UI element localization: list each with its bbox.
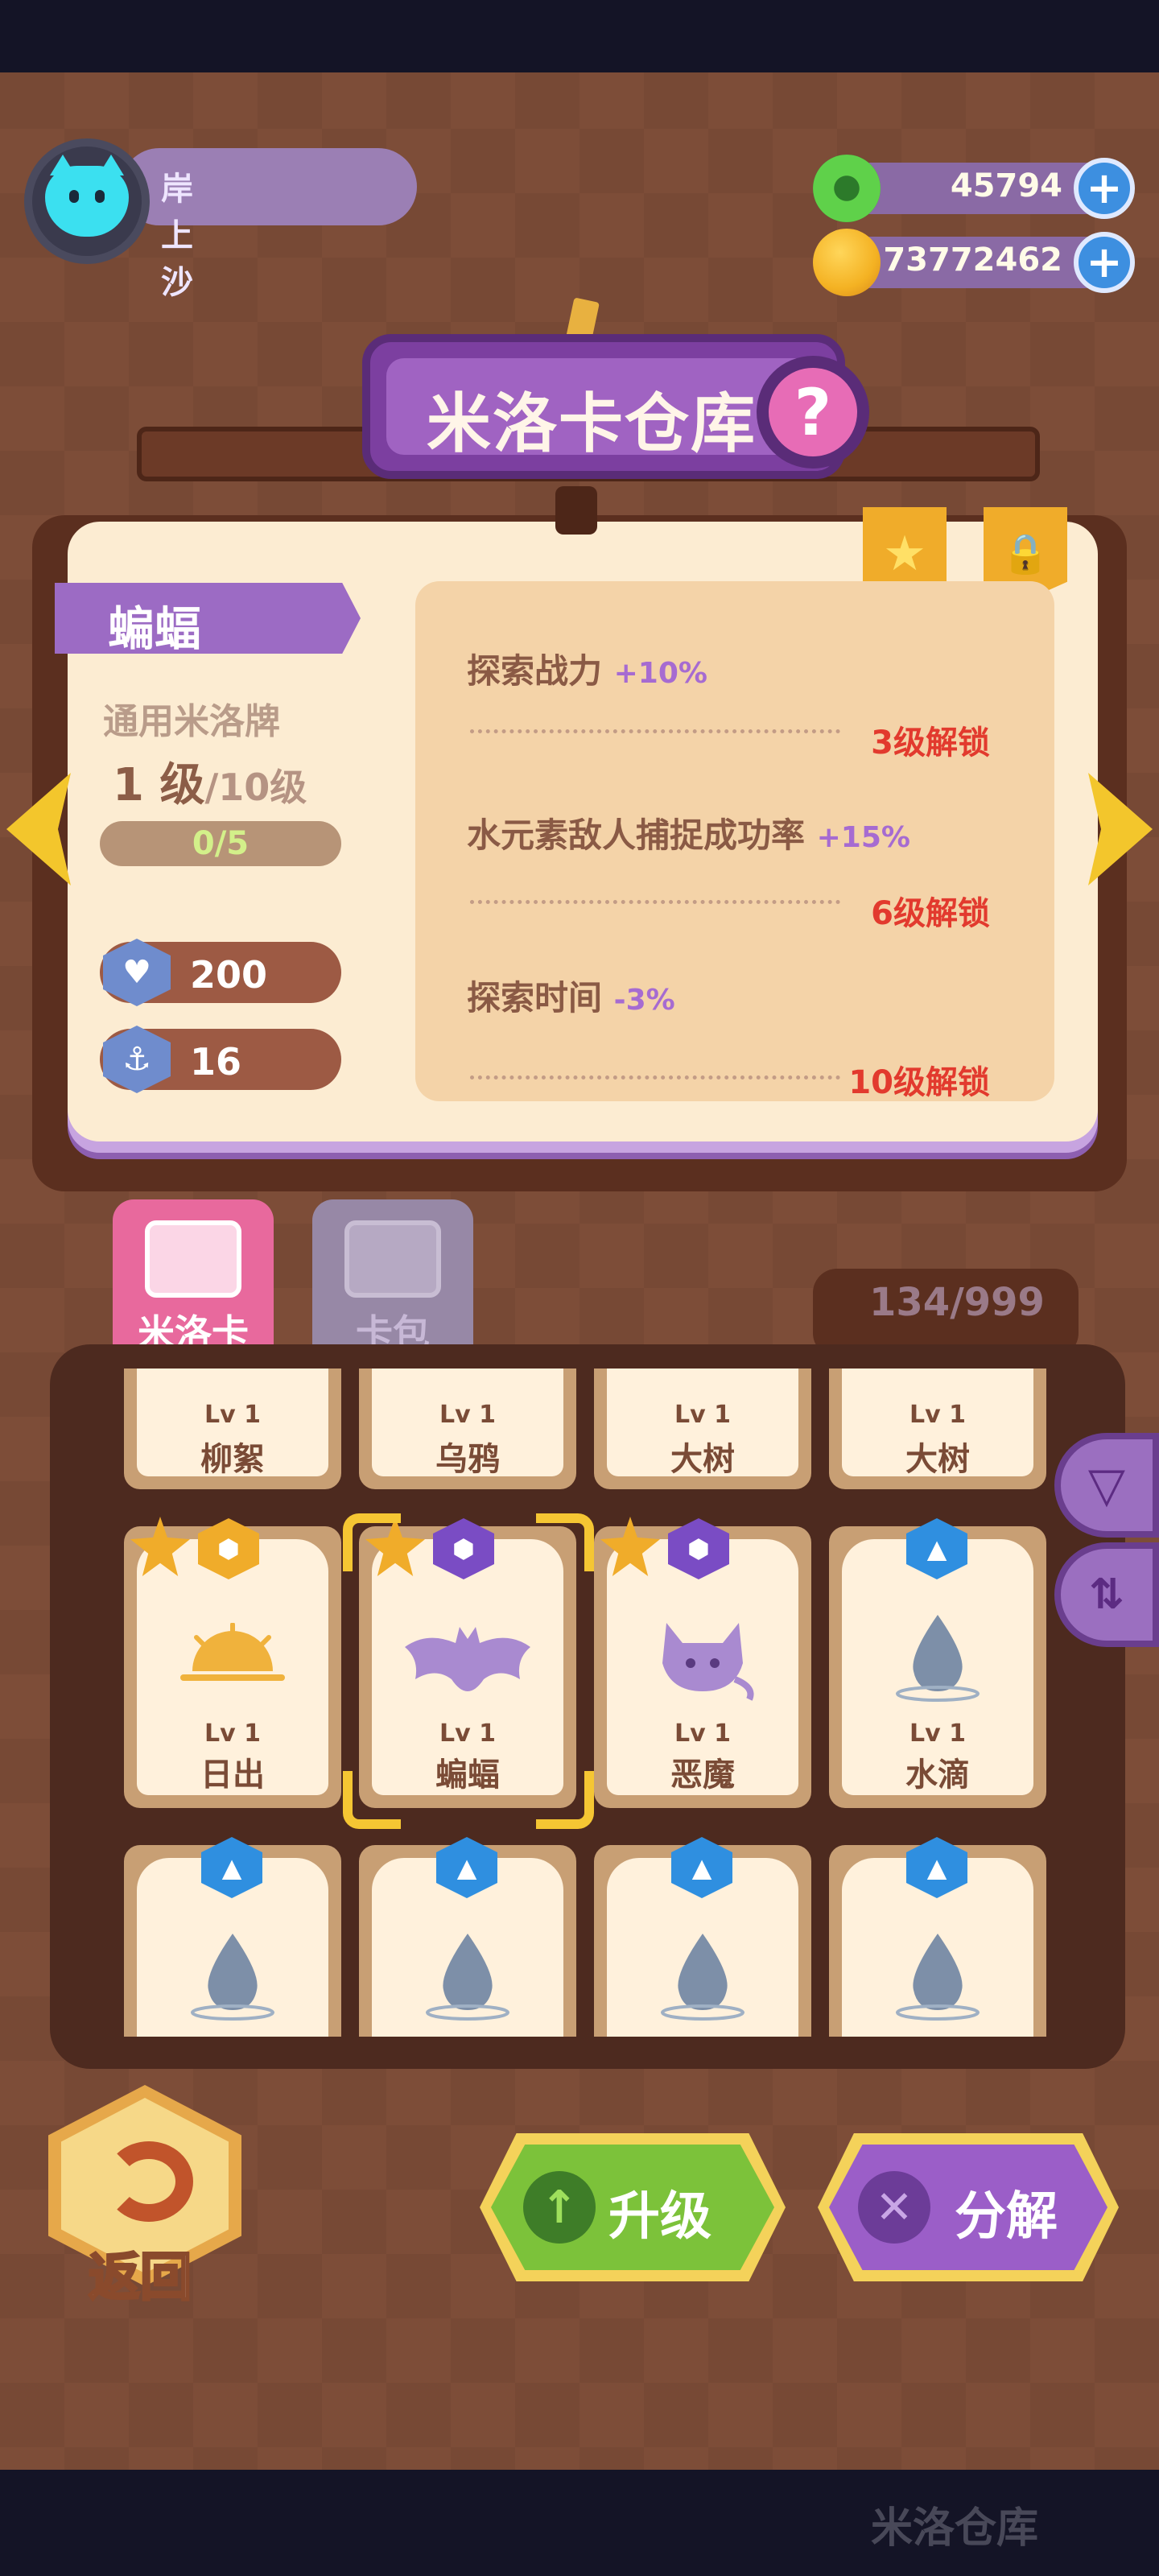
- cross-icon: ✕: [858, 2171, 930, 2244]
- divider: [470, 729, 840, 733]
- help-button[interactable]: ?: [757, 356, 869, 469]
- add-coin-button[interactable]: +: [1074, 232, 1135, 293]
- filter-icon: ▽: [1087, 1457, 1126, 1513]
- water-drop-icon: [184, 1926, 281, 2022]
- back-label: 返回: [88, 2248, 193, 2310]
- gem-amount: 45794: [950, 167, 1062, 204]
- card-item[interactable]: Lv 1 柳絮: [124, 1368, 341, 1489]
- unlock-text: 10级解锁: [848, 1064, 990, 1101]
- bat-icon: [403, 1623, 532, 1695]
- card-item[interactable]: ▲ Lv 1 水滴: [829, 1518, 1046, 1808]
- add-gem-button[interactable]: +: [1074, 158, 1135, 219]
- card-item[interactable]: ▲: [359, 1837, 576, 2037]
- stat-defense: ⚓ 16: [100, 1026, 341, 1093]
- green-gem-icon: [813, 155, 881, 222]
- exp-text: 0/5: [192, 825, 250, 862]
- devil-icon: [646, 1607, 759, 1703]
- status-bar: [0, 0, 1159, 72]
- water-drop-icon: [419, 1926, 516, 2022]
- upgrade-label: 升级: [608, 2187, 711, 2247]
- coin-amount: 73772462: [883, 242, 1062, 279]
- card-item[interactable]: ▲: [829, 1837, 1046, 2037]
- avatar-eye: [69, 190, 79, 203]
- background-label: 米洛仓库: [870, 2504, 1038, 2553]
- currency-coin: 73772462 +: [813, 229, 1135, 296]
- heart-shield-icon: ♥: [103, 939, 171, 1006]
- tab-card-pack[interactable]: 卡包: [312, 1199, 473, 1368]
- divider: [470, 900, 840, 904]
- avatar[interactable]: [24, 138, 150, 264]
- card-grid[interactable]: Lv 1 柳絮 Lv 1 乌鸦 Lv 1 大树 Lv 1 大树 ⬢ Lv 1 日…: [121, 1368, 1054, 2037]
- sunrise-icon: [172, 1622, 293, 1687]
- unlock-text: 6级解锁: [871, 895, 990, 932]
- divider: [470, 1075, 840, 1080]
- stat-hp-value: 200: [190, 953, 268, 997]
- tab-milo-card[interactable]: 米洛卡: [113, 1199, 274, 1368]
- navigation-bar: 米洛仓库: [0, 2470, 1159, 2576]
- selection-corner: [536, 1771, 594, 1829]
- back-arrow-icon: [105, 2141, 193, 2222]
- filter-button[interactable]: ▽: [1054, 1433, 1159, 1538]
- card-item[interactable]: Lv 1 乌鸦: [359, 1368, 576, 1489]
- card-item[interactable]: ▲: [594, 1837, 811, 2037]
- currency-gem: 45794 +: [813, 155, 1135, 222]
- exp-progress-bar: 0/5: [100, 821, 341, 866]
- card-name-ribbon: [55, 583, 361, 654]
- decompose-label: 分解: [955, 2187, 1058, 2247]
- page-title: 米洛卡仓库: [427, 386, 757, 461]
- up-arrow-icon: ↑: [523, 2171, 596, 2244]
- upgrade-button[interactable]: ↑ 升级: [480, 2133, 786, 2281]
- selection-corner: [536, 1513, 594, 1571]
- selection-corner: [343, 1771, 401, 1829]
- water-drop-icon: [889, 1926, 986, 2022]
- card-level: 1 级/10级: [113, 759, 307, 811]
- card-item[interactable]: Lv 1 大树: [829, 1368, 1046, 1489]
- card-type: 通用米洛牌: [103, 701, 280, 742]
- card-item[interactable]: ⬢ Lv 1 日出: [124, 1517, 341, 1808]
- selection-corner: [343, 1513, 401, 1571]
- card-pack-icon: [344, 1220, 441, 1298]
- decompose-button[interactable]: ✕ 分解: [818, 2133, 1119, 2281]
- anchor-shield-icon: ⚓: [103, 1026, 171, 1093]
- book-spine: [555, 486, 597, 535]
- card-name: 蝙蝠: [108, 601, 202, 656]
- gold-coin-icon: [813, 229, 881, 296]
- sort-icon: ⇅: [1089, 1571, 1124, 1619]
- water-drop-icon: [654, 1926, 751, 2022]
- lock-icon: 🔒: [1001, 531, 1050, 576]
- stat-hp: ♥ 200: [100, 939, 341, 1006]
- card-item[interactable]: ▲: [124, 1837, 341, 2037]
- card-item[interactable]: ⬢ Lv 1 恶魔: [594, 1517, 811, 1808]
- attribute-label: 探索时间 -3%: [467, 978, 675, 1018]
- paw-card-icon: [145, 1220, 241, 1298]
- player-name: 岸上沙: [161, 171, 193, 301]
- attribute-label: 探索战力 +10%: [467, 651, 707, 691]
- sort-button[interactable]: ⇅: [1054, 1542, 1159, 1647]
- avatar-eye: [95, 190, 105, 203]
- question-icon: ?: [769, 368, 857, 456]
- card-item[interactable]: Lv 1 大树: [594, 1368, 811, 1489]
- card-count: 134/999: [869, 1280, 1045, 1325]
- attribute-label: 水元素敌人捕捉成功率 +15%: [467, 815, 910, 855]
- water-drop-icon: [889, 1607, 986, 1703]
- stat-defense-value: 16: [190, 1040, 242, 1084]
- unlock-text: 3级解锁: [871, 724, 990, 762]
- cat-avatar-icon: [45, 155, 129, 237]
- star-icon: ★: [883, 526, 926, 582]
